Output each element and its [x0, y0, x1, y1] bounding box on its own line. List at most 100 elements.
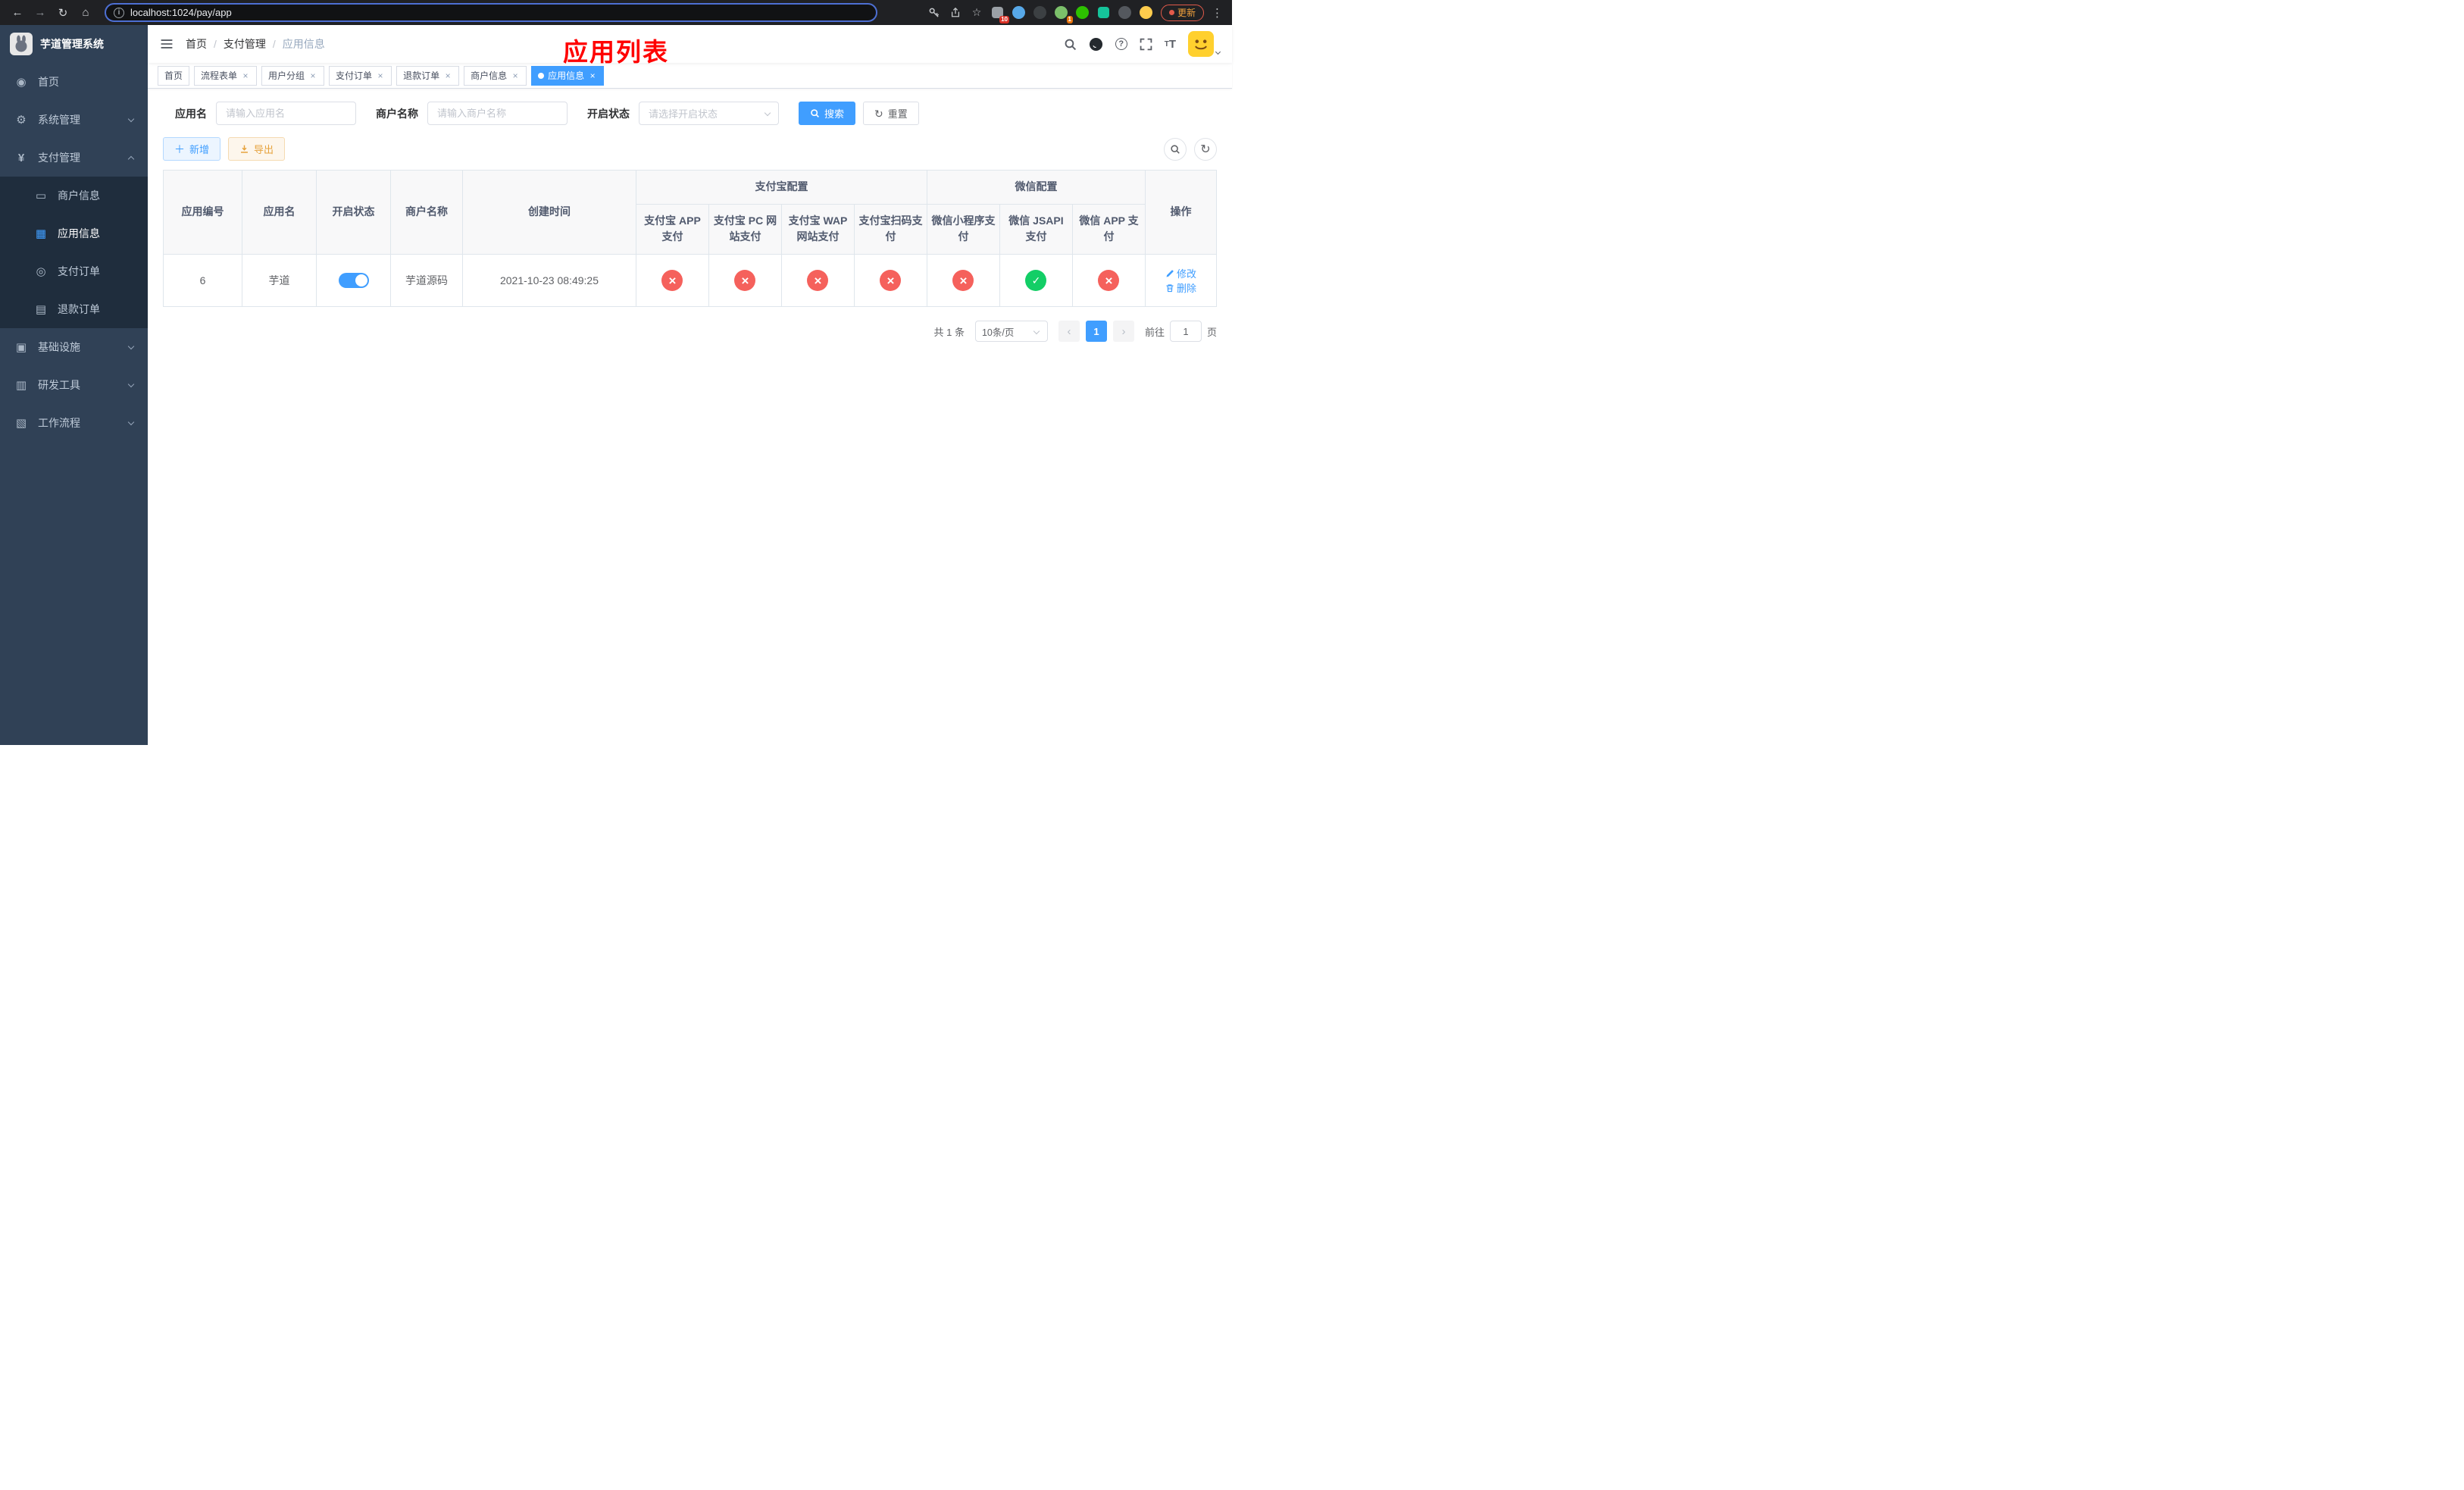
bookmark-star-icon[interactable]: ☆	[970, 6, 983, 20]
alipay-wap-status-icon	[807, 270, 829, 292]
cell-app-name: 芋道	[242, 254, 317, 308]
close-tab-icon[interactable]	[443, 71, 452, 80]
site-info-icon[interactable]: i	[114, 7, 124, 18]
refresh-icon: ↻	[1200, 142, 1211, 156]
reset-button[interactable]: ↻ 重置	[863, 102, 919, 125]
sidebar-item-refund-order[interactable]: ▤ 退款订单	[0, 290, 148, 328]
breadcrumb-home[interactable]: 首页	[186, 36, 207, 52]
close-tab-icon[interactable]	[376, 71, 385, 80]
wechat-app-status-icon	[1098, 270, 1120, 292]
goto-label: 前往	[1144, 326, 1165, 338]
pin-extension-icon[interactable]	[1118, 6, 1132, 20]
tab-pay-order[interactable]: 支付订单	[329, 65, 392, 86]
home-icon[interactable]: ⌂	[76, 3, 95, 23]
breadcrumb-payment[interactable]: 支付管理	[224, 36, 266, 52]
app-title: 芋道管理系统	[40, 38, 104, 50]
table-toolbar: ＋ 新增 导出 ↻	[163, 137, 1217, 161]
extension-icon-dark[interactable]	[1033, 6, 1047, 20]
tab-home[interactable]: 首页	[158, 65, 190, 86]
prev-page-button[interactable]: ‹	[1058, 321, 1080, 343]
user-avatar[interactable]	[1188, 31, 1221, 57]
browser-toolbar-right: ☆ 10 1 更新 ⋮	[927, 4, 1224, 23]
toggle-search-button[interactable]	[1164, 137, 1187, 161]
tab-process-form[interactable]: 流程表单	[194, 65, 258, 86]
fullscreen-icon[interactable]	[1140, 38, 1152, 51]
col-header-alipay-app: 支付宝 APP 支付	[635, 203, 709, 255]
close-tab-icon[interactable]	[241, 71, 250, 80]
alipay-qr-status-icon	[880, 270, 902, 292]
chevron-down-icon	[764, 109, 771, 117]
merchant-name-input[interactable]	[427, 102, 568, 125]
main-area: 首页 / 支付管理 / 应用信息 ? TT 首页 流程表单 × 用户分组 × 支…	[148, 25, 1232, 745]
goto-suffix: 页	[1206, 326, 1217, 338]
delete-link[interactable]: 删除	[1165, 280, 1196, 295]
plus-icon: ＋	[174, 142, 185, 155]
status-label: 开启状态	[587, 107, 630, 120]
tab-app-info[interactable]: 应用信息	[531, 65, 605, 86]
document-icon: ▤	[35, 303, 47, 316]
filter-actions: 搜索 ↻ 重置	[799, 102, 919, 125]
search-icon	[811, 109, 819, 117]
github-icon[interactable]	[1089, 37, 1103, 52]
chrome-update-button[interactable]: 更新	[1160, 4, 1204, 21]
forward-icon[interactable]: →	[30, 3, 50, 23]
sidebar-logo[interactable]: 芋道管理系统	[0, 25, 148, 63]
breadcrumb-current: 应用信息	[282, 38, 325, 50]
filter-app-name: 应用名	[175, 102, 356, 125]
sidebar-item-system[interactable]: ⚙ 系统管理	[0, 101, 148, 139]
sidebar-item-app-info[interactable]: ▦ 应用信息	[0, 214, 148, 252]
wechat-extension-icon[interactable]	[1076, 6, 1090, 20]
sidebar-item-dev-tools[interactable]: ▥ 研发工具	[0, 366, 148, 404]
emoji-extension-icon[interactable]	[1140, 6, 1153, 20]
close-tab-icon[interactable]	[511, 71, 520, 80]
next-page-button[interactable]: ›	[1112, 321, 1134, 343]
refresh-table-button[interactable]: ↻	[1194, 137, 1217, 161]
alipay-app-status-icon	[661, 270, 683, 292]
enabled-toggle[interactable]	[338, 273, 369, 289]
sidebar-item-workflow[interactable]: ▧ 工作流程	[0, 404, 148, 442]
col-header-status: 开启状态	[316, 169, 391, 255]
tab-refund-order[interactable]: 退款订单	[396, 65, 460, 86]
cell-merchant: 芋道源码	[390, 254, 463, 308]
app-name-label: 应用名	[175, 107, 207, 120]
sidebar-item-home[interactable]: ◉ 首页	[0, 63, 148, 101]
back-icon[interactable]: ←	[8, 3, 27, 23]
extensions-badge: 10	[999, 15, 1009, 23]
table-row: 6 芋道 芋道源码 2021-10-23 08:49:25 × × × × × …	[163, 254, 1217, 308]
sidebar-item-pay-order[interactable]: ◎ 支付订单	[0, 252, 148, 290]
help-icon[interactable]: ?	[1115, 38, 1127, 50]
search-icon[interactable]	[1064, 38, 1077, 51]
add-button[interactable]: ＋ 新增	[163, 137, 221, 161]
page-1-button[interactable]: 1	[1085, 321, 1107, 343]
search-button[interactable]: 搜索	[799, 102, 856, 125]
app-name-input[interactable]	[216, 102, 356, 125]
sidebar-item-infrastructure[interactable]: ▣ 基础设施	[0, 328, 148, 366]
export-button[interactable]: 导出	[228, 137, 286, 161]
font-size-icon[interactable]: TT	[1165, 38, 1176, 51]
browser-chrome: ← → ↻ ⌂ i localhost:1024/pay/app ☆ 10 1	[0, 0, 1232, 25]
collapse-sidebar-icon[interactable]	[160, 37, 174, 51]
close-tab-icon[interactable]	[588, 71, 597, 80]
extension-icon-blue[interactable]	[1012, 6, 1026, 20]
browser-menu-icon[interactable]: ⋮	[1212, 6, 1223, 20]
share-icon[interactable]	[949, 6, 962, 20]
sidebar-item-merchant-info[interactable]: ▭ 商户信息	[0, 177, 148, 214]
status-select[interactable]: 请选择开启状态	[639, 102, 779, 125]
sidebar-item-payment[interactable]: ¥ 支付管理	[0, 139, 148, 177]
address-bar[interactable]: i localhost:1024/pay/app	[105, 3, 877, 22]
edit-link[interactable]: 修改	[1165, 266, 1196, 280]
green-square-extension-icon[interactable]	[1097, 6, 1111, 20]
chevron-down-icon	[127, 418, 135, 425]
tab-user-group[interactable]: 用户分组	[261, 65, 325, 86]
reload-icon[interactable]: ↻	[53, 3, 73, 23]
password-key-icon[interactable]	[927, 6, 941, 20]
logo-avatar-icon	[10, 33, 33, 55]
extensions-puzzle-icon[interactable]: 10	[991, 6, 1009, 23]
alipay-pc-status-icon	[734, 270, 756, 292]
profile-extension-icon[interactable]: 1	[1055, 6, 1073, 23]
goto-page: 前往 页	[1144, 321, 1217, 343]
page-size-select[interactable]: 10条/页	[974, 321, 1048, 343]
goto-page-input[interactable]	[1169, 321, 1202, 343]
close-tab-icon[interactable]	[308, 71, 317, 80]
tab-merchant-info[interactable]: 商户信息	[464, 65, 527, 86]
